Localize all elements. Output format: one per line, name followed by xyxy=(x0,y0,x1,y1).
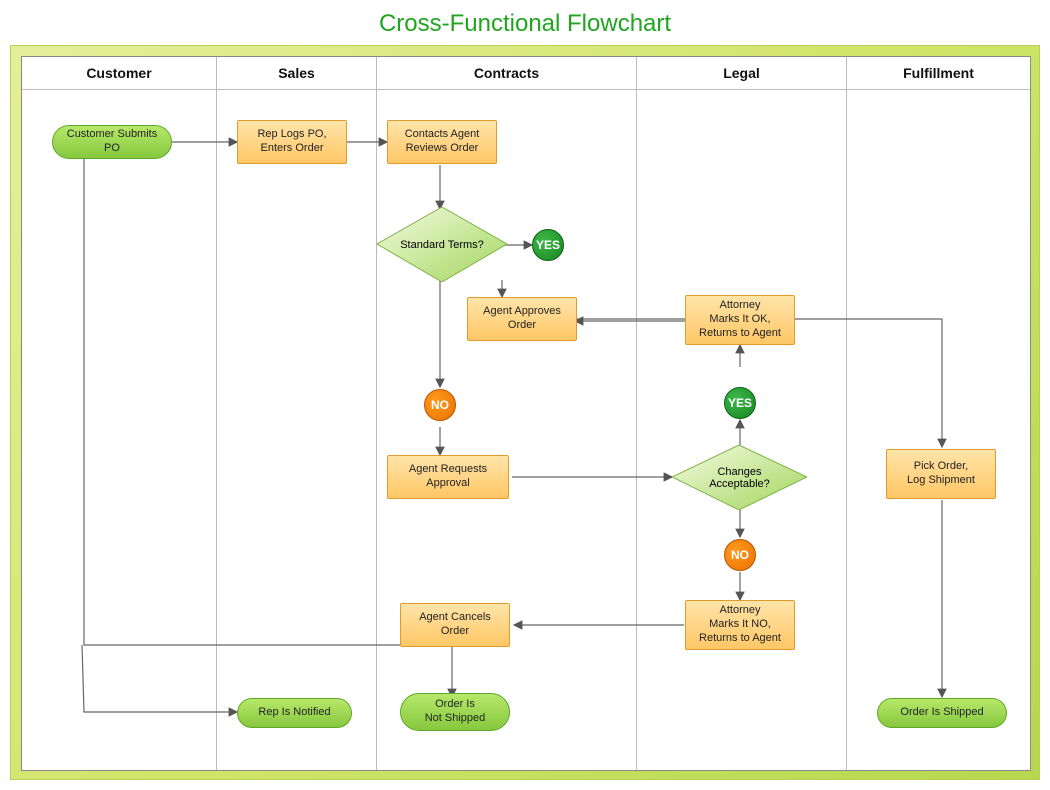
node-label: Contacts AgentReviews Order xyxy=(405,128,480,156)
lane-header-customer: Customer xyxy=(22,57,216,90)
node-label: ChangesAcceptable? xyxy=(672,445,807,510)
marker-no-2: NO xyxy=(724,539,756,571)
gradient-frame: Customer Sales Contracts Legal Fulfillme… xyxy=(10,45,1040,780)
marker-label: NO xyxy=(431,398,449,413)
marker-label: YES xyxy=(728,396,752,411)
node-label: AttorneyMarks It NO,Returns to Agent xyxy=(699,604,781,645)
node-label: Pick Order,Log Shipment xyxy=(907,460,975,488)
lane-header-contracts: Contracts xyxy=(377,57,636,90)
node-agent-cancels: Agent CancelsOrder xyxy=(400,603,510,647)
lane-header-fulfillment: Fulfillment xyxy=(847,57,1030,90)
node-contacts-agent: Contacts AgentReviews Order xyxy=(387,120,497,164)
node-rep-logs: Rep Logs PO,Enters Order xyxy=(237,120,347,164)
node-label: Rep Is Notified xyxy=(258,706,330,720)
lane-customer: Customer xyxy=(22,57,217,770)
lane-header-legal: Legal xyxy=(637,57,846,90)
marker-yes-2: YES xyxy=(724,387,756,419)
node-label: Agent ApprovesOrder xyxy=(483,305,561,333)
marker-label: YES xyxy=(536,238,560,253)
node-label: Agent CancelsOrder xyxy=(419,611,491,639)
marker-yes-1: YES xyxy=(532,229,564,261)
node-label: Customer SubmitsPO xyxy=(67,128,157,156)
node-attorney-no: AttorneyMarks It NO,Returns to Agent xyxy=(685,600,795,650)
chart-area: Customer Sales Contracts Legal Fulfillme… xyxy=(21,56,1031,771)
node-order-shipped: Order Is Shipped xyxy=(877,698,1007,728)
node-label: Standard Terms? xyxy=(377,207,507,282)
node-label: Agent RequestsApproval xyxy=(409,463,487,491)
node-attorney-ok: AttorneyMarks It OK,Returns to Agent xyxy=(685,295,795,345)
node-pick-order: Pick Order,Log Shipment xyxy=(886,449,996,499)
node-label: Order IsNot Shipped xyxy=(425,698,486,726)
node-label: Rep Logs PO,Enters Order xyxy=(257,128,326,156)
node-standard-terms: Standard Terms? xyxy=(377,207,507,282)
lane-header-sales: Sales xyxy=(217,57,376,90)
chart-title: Cross-Functional Flowchart xyxy=(0,0,1050,38)
lane-fulfillment: Fulfillment xyxy=(847,57,1030,770)
node-label: AttorneyMarks It OK,Returns to Agent xyxy=(699,299,781,340)
marker-label: NO xyxy=(731,548,749,563)
node-rep-notified: Rep Is Notified xyxy=(237,698,352,728)
node-customer-submits: Customer SubmitsPO xyxy=(52,125,172,159)
swimlanes: Customer Sales Contracts Legal Fulfillme… xyxy=(22,57,1030,770)
diagram-root: Cross-Functional Flowchart Customer Sale… xyxy=(0,0,1050,790)
node-agent-approves: Agent ApprovesOrder xyxy=(467,297,577,341)
marker-no-1: NO xyxy=(424,389,456,421)
node-label: Order Is Shipped xyxy=(900,706,983,720)
node-agent-requests: Agent RequestsApproval xyxy=(387,455,509,499)
node-changes-acceptable: ChangesAcceptable? xyxy=(672,445,807,510)
node-order-not-shipped: Order IsNot Shipped xyxy=(400,693,510,731)
